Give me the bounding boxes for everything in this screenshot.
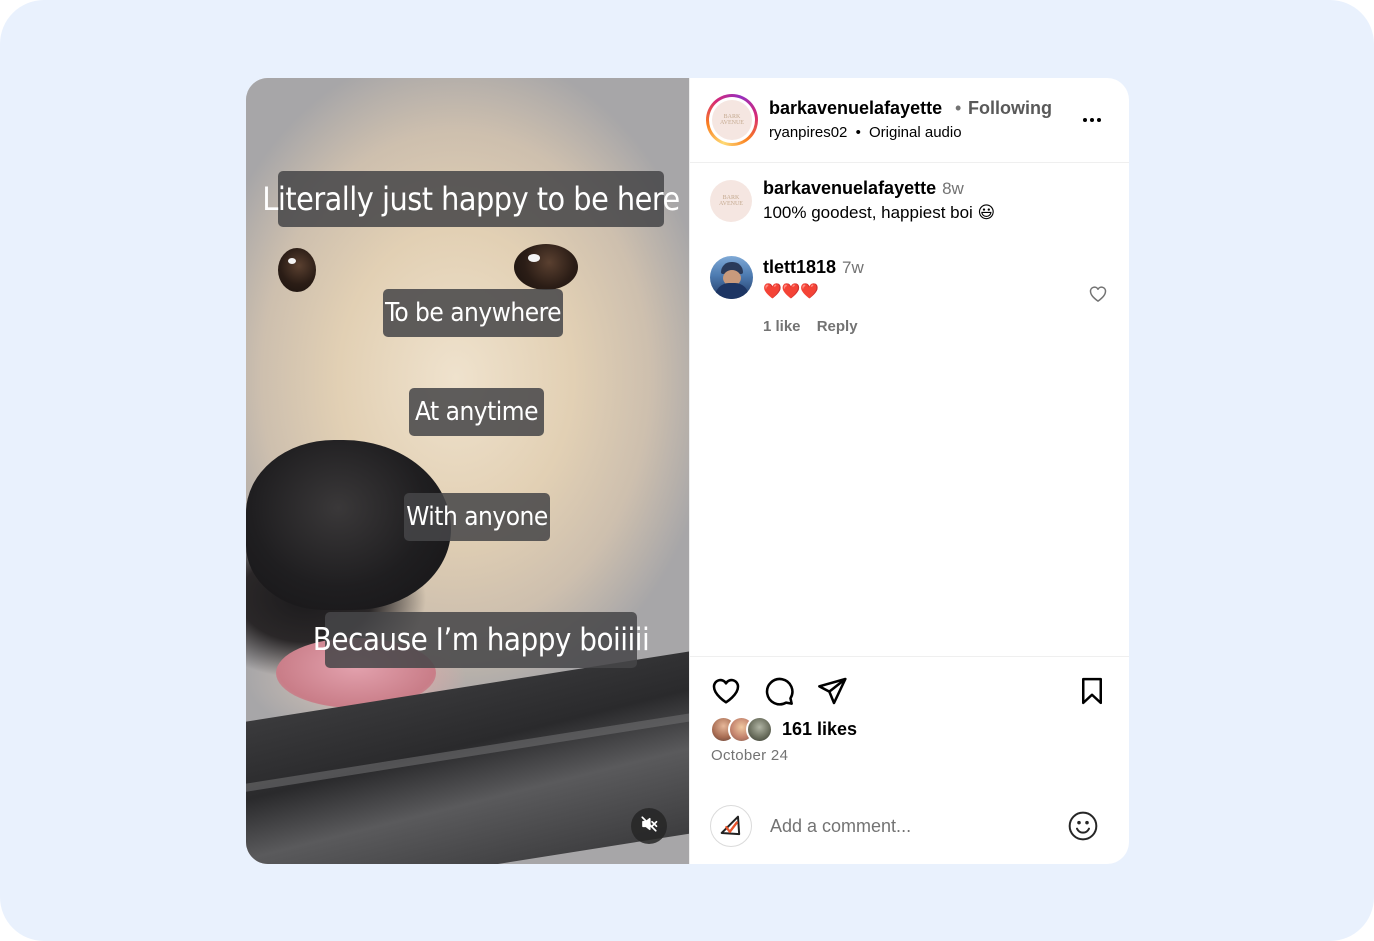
original-audio-link[interactable]: Original audio [869,124,962,141]
bookmark-icon[interactable] [1074,673,1110,709]
post-details-panel: BARK AVENUE barkavenuelafayette • Follow… [689,78,1129,864]
send-icon[interactable] [814,673,850,709]
caption-comment: BARK AVENUE barkavenuelafayette 8w 100% g… [710,178,1110,228]
comment-item: tlett1818 7w ❤️❤️❤️ 1 like Reply [710,256,1110,342]
comment-text: 100% goodest, happiest boi 😃 [763,203,996,222]
comment-username[interactable]: barkavenuelafayette [763,178,936,198]
speaker-muted-icon [640,815,658,838]
separator-dot: • [855,124,861,141]
avatar [746,716,773,743]
liker-avatars[interactable] [710,716,778,744]
comment-icon[interactable] [761,673,797,709]
heart-icon[interactable] [1086,282,1110,306]
avatar: BARK AVENUE [712,100,752,140]
comment-time[interactable]: 8w [942,179,964,198]
comment-username[interactable]: tlett1818 [763,257,836,277]
post-card: Literally just happy to be here To be an… [246,78,1129,864]
likes-count[interactable]: 161 likes [782,719,857,740]
post-video[interactable]: Literally just happy to be here To be an… [246,78,689,864]
add-comment-input[interactable] [770,803,1060,849]
emoji-icon[interactable] [1065,808,1101,844]
heart-icon[interactable] [708,673,744,709]
avatar[interactable] [710,256,753,299]
mute-button[interactable] [631,808,667,844]
post-date[interactable]: October 24 [711,747,788,764]
comment-text: ❤️❤️❤️ [763,283,820,300]
audio-info: ryanpires02 • Original audio [769,124,962,141]
more-options-icon[interactable] [1078,108,1106,132]
author-username[interactable]: barkavenuelafayette [769,98,942,119]
video-caption: At anytime [409,388,544,436]
separator-dot: • [955,98,962,118]
avatar[interactable]: BARK AVENUE [710,180,752,222]
video-caption: With anyone [404,493,550,541]
story-ring-avatar[interactable]: BARK AVENUE [706,94,758,146]
following-button[interactable]: Following [968,98,1052,119]
video-caption: Literally just happy to be here [262,171,680,227]
reply-button[interactable]: Reply [817,318,858,335]
dog-eye-right [514,244,578,290]
video-caption: Because I’m happy boiiiii [313,612,650,668]
current-user-avatar [710,805,752,847]
comment-likes-count[interactable]: 1 like [763,318,801,335]
page-background: Literally just happy to be here To be an… [0,0,1374,941]
post-header: BARK AVENUE barkavenuelafayette • Follow… [690,78,1129,163]
video-caption: To be anywhere [383,289,563,337]
comment-time[interactable]: 7w [842,258,864,277]
dog-eye-left [278,248,316,292]
audio-user-link[interactable]: ryanpires02 [769,124,847,141]
